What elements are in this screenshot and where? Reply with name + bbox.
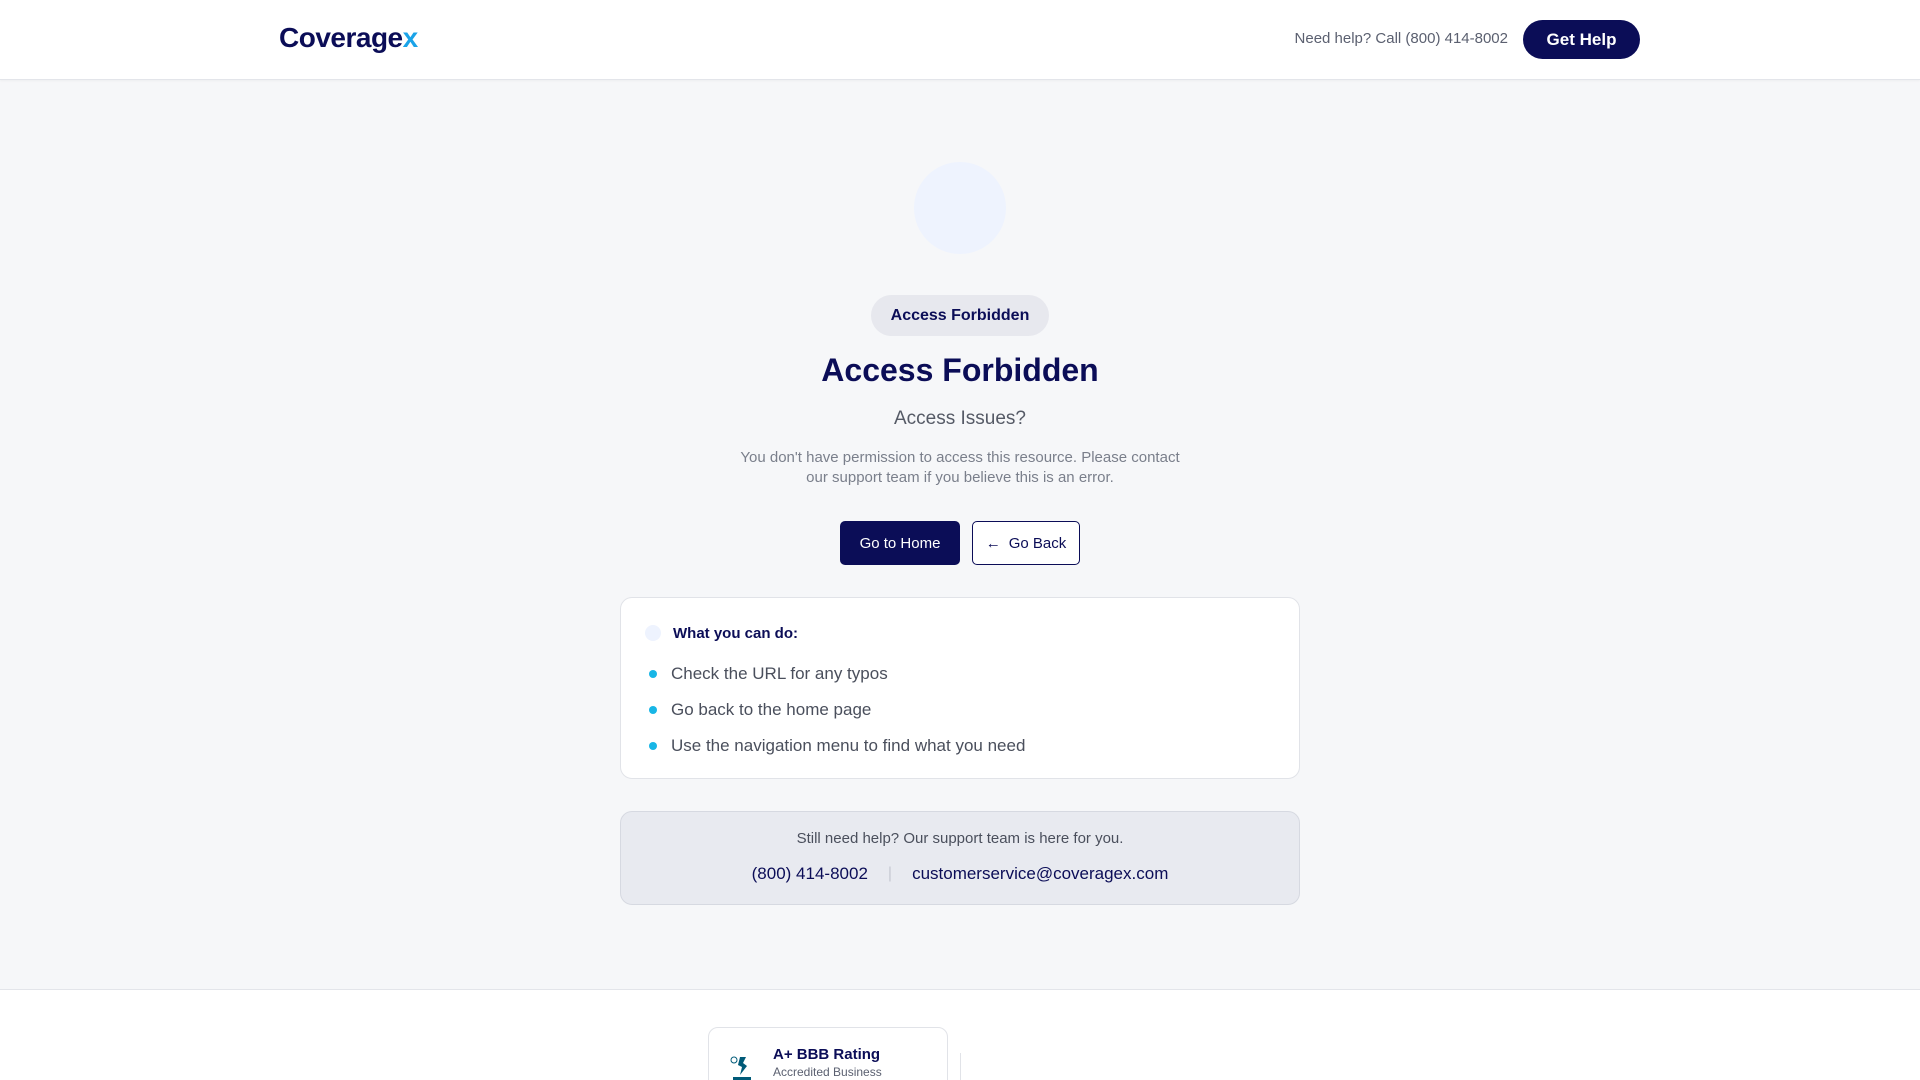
go-back-label: Go Back	[1008, 534, 1067, 552]
divider: |	[887, 865, 893, 882]
footer-divider	[960, 1053, 961, 1080]
logo-text: Coverage	[279, 22, 403, 53]
bullet-icon	[649, 742, 657, 750]
bbb-logo-icon	[730, 1056, 751, 1080]
go-to-home-button[interactable]: Go to Home	[840, 521, 960, 565]
support-email-link[interactable]: customerservice@coveragex.com	[912, 864, 1168, 884]
bbb-subtitle: Accredited Business	[773, 1065, 882, 1079]
contact-row: (800) 414-8002 | customerservice@coverag…	[621, 864, 1299, 884]
go-back-button[interactable]: ← Go Back	[972, 521, 1080, 565]
tips-header: What you can do:	[645, 623, 798, 643]
list-item-text: Go back to the home page	[671, 700, 872, 719]
support-phone-link[interactable]: (800) 414-8002	[752, 864, 868, 884]
bbb-rating-card[interactable]: A+ BBB Rating Accredited Business	[708, 1027, 948, 1080]
logo-accent: x	[402, 22, 419, 53]
support-contact-box: Still need help? Our support team is her…	[620, 811, 1300, 905]
support-message: Still need help? Our support team is her…	[796, 830, 1124, 847]
list-item: Check the URL for any typos	[649, 656, 1025, 692]
bullet-icon	[649, 706, 657, 714]
list-item-text: Use the navigation menu to find what you…	[671, 736, 1026, 755]
bullet-icon	[649, 670, 657, 678]
help-phone-link[interactable]: Need help? Call (800) 414-8002	[1295, 28, 1508, 50]
tips-list: Check the URL for any typos Go back to t…	[649, 656, 1025, 764]
page-title: Access Forbidden	[821, 352, 1099, 388]
list-item: Go back to the home page	[649, 692, 1025, 728]
tips-title: What you can do:	[673, 624, 798, 642]
list-item: Use the navigation menu to find what you…	[649, 728, 1025, 764]
info-icon	[645, 625, 661, 641]
coveragex-logo[interactable]: Coveragex	[279, 20, 418, 56]
lock-icon	[914, 162, 1006, 254]
arrow-left-icon: ←	[985, 534, 1001, 552]
get-help-button[interactable]: Get Help	[1523, 20, 1640, 59]
tips-card: What you can do: Check the URL for any t…	[620, 597, 1300, 779]
bbb-title: A+ BBB Rating	[773, 1046, 881, 1063]
list-item-text: Check the URL for any typos	[671, 664, 888, 683]
site-footer: A+ BBB Rating Accredited Business	[0, 989, 1920, 1080]
status-badge: Access Forbidden	[871, 295, 1049, 336]
page-subtitle: Access Issues?	[894, 408, 1026, 429]
site-header: Coveragex Need help? Call (800) 414-8002…	[0, 0, 1920, 80]
error-description: You don't have permission to access this…	[740, 449, 1180, 486]
